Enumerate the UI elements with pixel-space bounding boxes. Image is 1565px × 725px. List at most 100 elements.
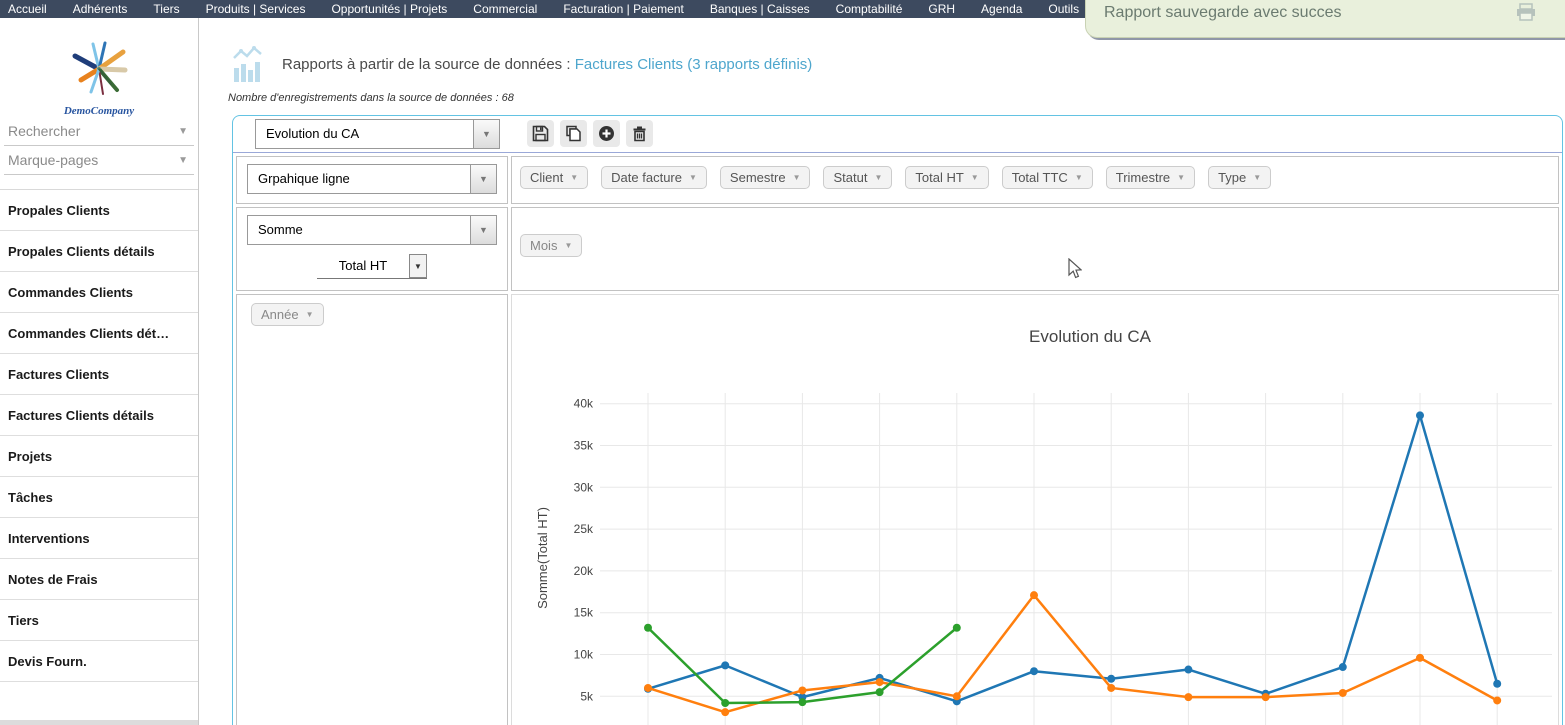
nav-menu-item[interactable]: Adhérents (73, 2, 128, 16)
report-select-value: Evolution du CA (256, 120, 473, 148)
line-chart: 5k10k15k20k25k30k35k40kEvolution du CASo… (512, 295, 1565, 725)
company-logo: DemoCompany (0, 18, 198, 117)
data-point (1262, 693, 1270, 701)
chevron-down-icon[interactable]: ▼ (1253, 173, 1261, 182)
nav-menu-item[interactable]: Agenda (981, 2, 1022, 16)
y-axis-tick: 10k (574, 648, 594, 662)
chevron-down-icon[interactable]: ▼ (470, 216, 496, 244)
report-source-list: Propales ClientsPropales Clients détails… (0, 189, 198, 682)
report-panel: Evolution du CA ▼ (232, 115, 1563, 725)
report-source-item[interactable]: Devis Fourn. (0, 641, 198, 682)
add-report-button[interactable] (593, 120, 620, 147)
chevron-down-icon[interactable]: ▼ (564, 241, 572, 250)
print-icon[interactable] (1516, 3, 1536, 21)
chevron-down-icon[interactable]: ▼ (470, 165, 496, 193)
toast-message: Rapport sauvegarde avec succes (1086, 0, 1565, 22)
nav-menu-item[interactable]: Accueil (8, 2, 47, 16)
chevron-down-icon[interactable]: ▼ (793, 173, 801, 182)
data-point (1107, 675, 1115, 683)
nav-menu-item[interactable]: Produits | Services (206, 2, 306, 16)
data-point (798, 686, 806, 694)
field-pill[interactable]: Statut▼ (823, 166, 892, 189)
report-select[interactable]: Evolution du CA ▼ (255, 119, 500, 149)
data-point (1339, 663, 1347, 671)
report-source-item[interactable]: Propales Clients (0, 190, 198, 231)
nav-menu-item[interactable]: Banques | Caisses (710, 2, 810, 16)
field-pill[interactable]: Total HT▼ (905, 166, 988, 189)
renderer-select[interactable]: Grpahique ligne ▼ (247, 164, 497, 194)
field-pill[interactable]: Date facture▼ (601, 166, 707, 189)
plus-circle-icon (598, 125, 615, 142)
chevron-down-icon[interactable]: ▼ (874, 173, 882, 182)
nav-menu-item[interactable]: Facturation | Paiement (563, 2, 684, 16)
report-source-item[interactable]: Projets (0, 436, 198, 477)
report-toolbar: Evolution du CA ▼ (233, 116, 1562, 151)
data-point (1107, 684, 1115, 692)
column-fields-area: Mois▼ (511, 207, 1559, 291)
data-point (1493, 680, 1501, 688)
unused-fields-area: Client▼ Date facture▼ Semestre▼ Statut▼ Tota… (511, 156, 1559, 204)
report-source-item[interactable]: Propales Clients détails (0, 231, 198, 272)
nav-menu-item[interactable]: GRH (928, 2, 955, 16)
chevron-down-icon[interactable]: ▼ (971, 173, 979, 182)
report-source-item[interactable]: Commandes Clients (0, 272, 198, 313)
bookmarks-dropdown[interactable]: Marque-pages ▼ (4, 146, 194, 175)
logo-text: DemoCompany (0, 105, 198, 117)
records-count-text: Nombre d'enregistrements dans la source … (228, 92, 514, 104)
y-axis-tick: 25k (574, 522, 594, 536)
field-pill[interactable]: Semestre▼ (720, 166, 811, 189)
chevron-down-icon[interactable]: ▼ (570, 173, 578, 182)
renderer-cell: Grpahique ligne ▼ (236, 156, 508, 204)
report-source-item[interactable]: Interventions (0, 518, 198, 559)
data-point (1339, 689, 1347, 697)
nav-menu-item[interactable]: Outils (1048, 2, 1079, 16)
data-point (1493, 696, 1501, 704)
chart-serie-1 (648, 415, 1497, 701)
row-fields-area: Année▼ (236, 294, 508, 725)
aggregator-field-select[interactable]: Total HT ▼ (317, 254, 427, 279)
chevron-down-icon[interactable]: ▼ (409, 254, 427, 278)
data-point (1030, 667, 1038, 675)
aggregator-cell: Somme ▼ Total HT ▼ (236, 207, 508, 291)
data-point (721, 699, 729, 707)
report-source-item[interactable]: Factures Clients (0, 354, 198, 395)
field-pill[interactable]: Trimestre▼ (1106, 166, 1195, 189)
save-success-toast: Rapport sauvegarde avec succes (1085, 0, 1565, 38)
delete-report-button[interactable] (626, 120, 653, 147)
y-axis-tick: 20k (574, 564, 594, 578)
chevron-down-icon[interactable]: ▼ (1177, 173, 1185, 182)
aggregator-select[interactable]: Somme ▼ (247, 215, 497, 245)
search-dropdown-label: Rechercher (8, 123, 80, 139)
data-source-link[interactable]: Factures Clients (3 rapports définis) (575, 56, 813, 73)
field-pill-mois[interactable]: Mois▼ (520, 234, 582, 257)
report-source-item[interactable]: Commandes Clients dét… (0, 313, 198, 354)
logo-starburst-icon (67, 40, 131, 98)
chart-area: 5k10k15k20k25k30k35k40kEvolution du CASo… (511, 294, 1559, 725)
aggregator-select-value: Somme (248, 216, 470, 244)
trash-icon (631, 125, 648, 142)
report-source-item[interactable]: Notes de Frais (0, 559, 198, 600)
save-report-button[interactable] (527, 120, 554, 147)
report-source-item[interactable]: Tiers (0, 600, 198, 641)
search-dropdown[interactable]: Rechercher ▼ (4, 117, 194, 146)
nav-menu-item[interactable]: Opportunités | Projets (331, 2, 447, 16)
data-point (644, 684, 652, 692)
nav-menu-item[interactable]: Tiers (153, 2, 179, 16)
y-axis-tick: 30k (574, 480, 594, 494)
data-point (721, 661, 729, 669)
report-source-item[interactable]: Factures Clients détails (0, 395, 198, 436)
report-source-item[interactable]: Tâches (0, 477, 198, 518)
field-pill-annee[interactable]: Année▼ (251, 303, 324, 326)
nav-menu-item[interactable]: Commercial (473, 2, 537, 16)
data-point (798, 698, 806, 706)
y-axis-tick: 40k (574, 397, 594, 411)
chevron-down-icon[interactable]: ▼ (1075, 173, 1083, 182)
nav-menu-item[interactable]: Comptabilité (836, 2, 903, 16)
duplicate-report-button[interactable] (560, 120, 587, 147)
chevron-down-icon[interactable]: ▼ (689, 173, 697, 182)
chevron-down-icon[interactable]: ▼ (473, 120, 499, 148)
field-pill[interactable]: Total TTC▼ (1002, 166, 1093, 189)
field-pill[interactable]: Client▼ (520, 166, 588, 189)
chevron-down-icon[interactable]: ▼ (306, 310, 314, 319)
field-pill[interactable]: Type▼ (1208, 166, 1271, 189)
